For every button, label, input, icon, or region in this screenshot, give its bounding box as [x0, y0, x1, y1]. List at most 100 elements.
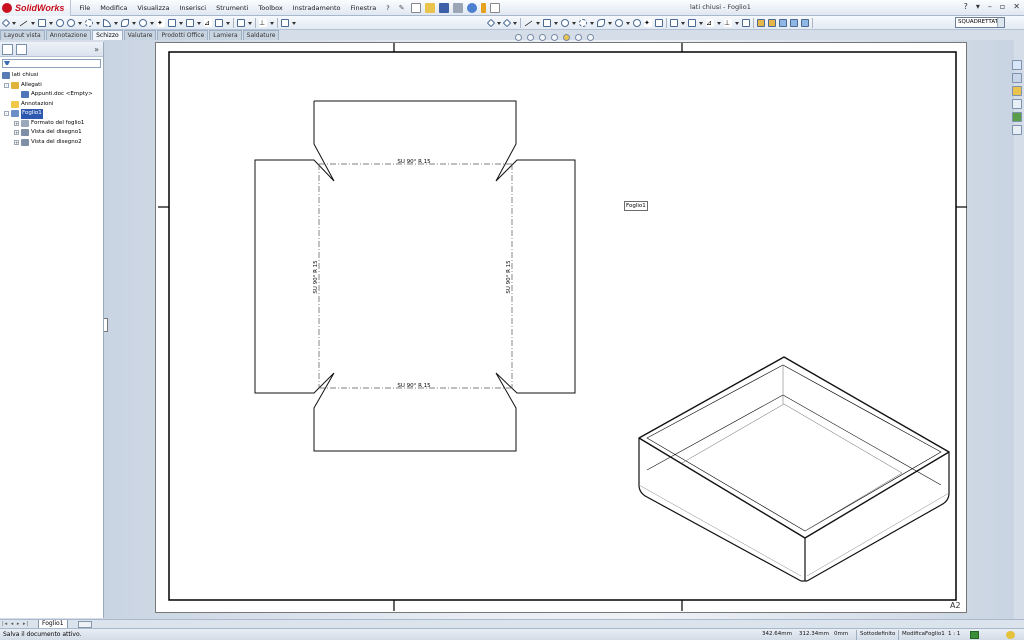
menu-visualizza[interactable]: Visualizza	[132, 4, 174, 12]
status-scale[interactable]: 1 : 1	[948, 631, 960, 637]
rectangle-icon[interactable]	[38, 19, 46, 27]
chevron-down-icon[interactable]	[12, 19, 16, 27]
restore-icon[interactable]: ▫	[1000, 2, 1005, 11]
view-palette-icon[interactable]	[1012, 99, 1022, 109]
solidworks-resources-icon[interactable]	[1012, 60, 1022, 70]
layer-icon[interactable]	[757, 19, 765, 27]
polygon-icon[interactable]	[139, 19, 147, 27]
line-thickness-icon[interactable]	[790, 19, 798, 27]
sheet-label[interactable]: Foglio1	[624, 201, 648, 211]
tab-schizzo[interactable]: Schizzo	[92, 30, 123, 40]
menu-toolbox[interactable]: Toolbox	[253, 4, 287, 12]
chevron-down-icon[interactable]	[248, 19, 252, 27]
chevron-down-icon[interactable]	[717, 19, 721, 27]
menu-modifica[interactable]: Modifica	[95, 4, 132, 12]
tab-annotazione[interactable]: Annotazione	[45, 30, 92, 40]
mirror-icon[interactable]: ⊿	[204, 19, 212, 27]
trim-icon[interactable]	[168, 19, 176, 27]
line-style-icon[interactable]	[801, 19, 809, 27]
pin-icon[interactable]: ✎	[395, 4, 409, 12]
chevron-down-icon[interactable]	[96, 19, 100, 27]
tree-node[interactable]: - Allegati	[0, 81, 103, 91]
menu-instradamento[interactable]: Instradamento	[288, 4, 346, 12]
chevron-down-icon[interactable]	[626, 19, 630, 27]
chevron-down-icon[interactable]	[114, 19, 118, 27]
help-indicator-icon[interactable]	[1006, 631, 1015, 639]
tab-saldature[interactable]: Saldature	[242, 30, 280, 40]
display-style-icon[interactable]	[575, 34, 582, 41]
options-icon[interactable]	[489, 2, 500, 13]
expand-icon[interactable]: +	[14, 120, 19, 126]
chevron-down-icon[interactable]	[226, 19, 230, 27]
chevron-down-icon[interactable]	[132, 19, 136, 27]
chevron-down-icon[interactable]	[681, 19, 685, 27]
tree-node[interactable]: Annotazioni	[0, 100, 103, 110]
file-explorer-icon[interactable]	[1012, 86, 1022, 96]
chevron-down-icon[interactable]	[997, 18, 1004, 27]
solidworks-logo[interactable]: SolidWorks	[0, 0, 72, 16]
zoom-to-fit-icon[interactable]	[515, 34, 522, 41]
tab-prodotti-office[interactable]: Prodotti Office	[157, 30, 209, 40]
menu-help[interactable]: ?	[381, 4, 394, 12]
chevron-down-icon[interactable]	[735, 19, 739, 27]
zoom-to-area-icon[interactable]	[527, 34, 534, 41]
ellipse-icon[interactable]	[615, 19, 623, 27]
chevron-down-icon[interactable]	[536, 19, 540, 27]
repair-sketch-icon[interactable]	[742, 19, 750, 27]
chevron-down-icon[interactable]	[608, 19, 612, 27]
close-icon[interactable]: ✕	[1013, 2, 1020, 11]
bend-note-left[interactable]: SU 90° R 15	[313, 260, 319, 294]
chevron-down-icon[interactable]	[150, 19, 154, 27]
print-icon[interactable]	[452, 2, 463, 13]
line-icon[interactable]	[19, 20, 28, 26]
chevron-down-icon[interactable]	[78, 19, 82, 27]
tree-node[interactable]: lati chiusi	[0, 71, 103, 81]
chevron-down-icon[interactable]	[497, 19, 501, 27]
rebuild-status-icon[interactable]	[970, 631, 979, 639]
tree-filter-input[interactable]	[2, 59, 101, 68]
save-icon[interactable]	[438, 2, 449, 13]
menu-file[interactable]: File	[75, 4, 95, 12]
fillet-icon[interactable]	[103, 19, 111, 27]
dimension-icon[interactable]	[502, 18, 512, 28]
chevron-down-icon[interactable]	[197, 19, 201, 27]
pan-icon[interactable]	[551, 34, 558, 41]
flat-pattern-outline[interactable]	[254, 100, 576, 452]
bend-note-top[interactable]: SU 90° R 15	[397, 159, 431, 165]
mirror-icon[interactable]: ⊿	[706, 19, 714, 27]
design-library-icon[interactable]	[1012, 73, 1022, 83]
drawing-sheet[interactable]: SU 90° R 15 SU 90° R 15 SU 90° R 15 SU 9…	[155, 42, 967, 613]
new-document-icon[interactable]	[410, 2, 421, 13]
tab-lamiera[interactable]: Lamiera	[209, 30, 242, 40]
sheet-navigation-arrows[interactable]: |◂ ◂ ▸ ▸|	[2, 621, 29, 627]
custom-properties-icon[interactable]	[1012, 125, 1022, 135]
line-color-icon[interactable]	[779, 19, 787, 27]
smart-dimension-icon[interactable]	[1, 18, 11, 28]
tree-node[interactable]: - Foglio1	[0, 109, 103, 119]
chevron-down-icon[interactable]	[270, 19, 274, 27]
chevron-down-icon[interactable]: ▾	[976, 2, 980, 11]
expand-icon[interactable]: +	[14, 130, 19, 135]
chevron-down-icon[interactable]	[49, 19, 53, 27]
pattern-icon[interactable]	[215, 19, 223, 27]
tree-node[interactable]: Appunti.doc <Empty>	[0, 90, 103, 100]
view-settings-icon[interactable]	[563, 34, 570, 41]
chevron-down-icon[interactable]	[513, 19, 517, 27]
undo-icon[interactable]	[466, 2, 477, 13]
relations-icon[interactable]: ⊥	[724, 19, 732, 27]
expand-icon[interactable]: +	[14, 139, 19, 145]
sketch-grid-icon[interactable]	[281, 19, 289, 27]
minimize-icon[interactable]: –	[988, 2, 992, 11]
tree-node[interactable]: + Vista del disegno1	[0, 128, 103, 138]
trim-icon[interactable]	[670, 19, 678, 27]
tree-node[interactable]: + Vista del disegno2	[0, 138, 103, 148]
circle-icon[interactable]	[56, 19, 64, 27]
text-icon[interactable]	[655, 19, 663, 27]
chevron-down-icon[interactable]	[554, 19, 558, 27]
tab-layout-vista[interactable]: Layout vista	[0, 30, 45, 40]
line-icon[interactable]	[524, 20, 533, 26]
point-icon[interactable]: ✦	[157, 19, 165, 27]
relations-icon[interactable]	[237, 19, 245, 27]
polygon-icon[interactable]	[633, 19, 641, 27]
spline-icon[interactable]	[121, 19, 129, 27]
